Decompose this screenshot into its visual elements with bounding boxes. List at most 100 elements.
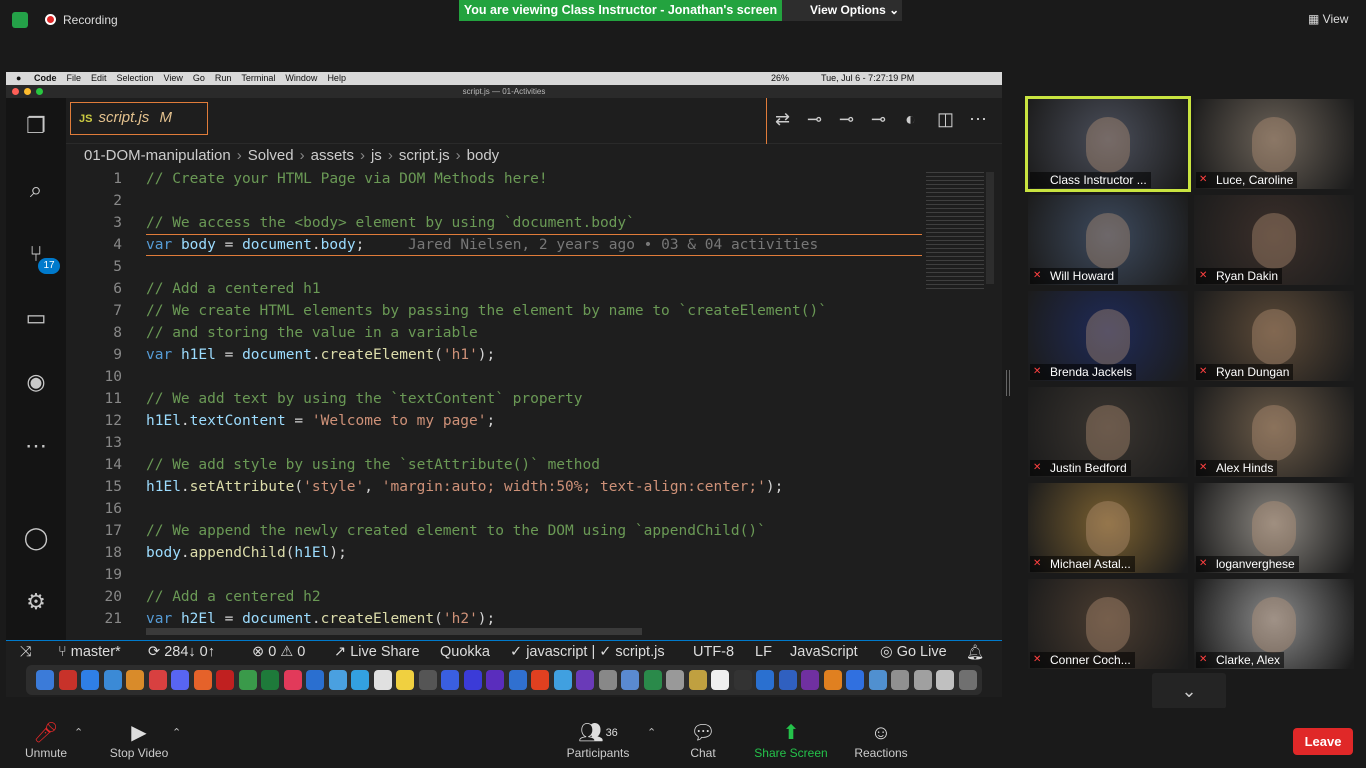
dock-app-icon[interactable] xyxy=(351,670,369,690)
gallery-next-button[interactable]: ⌄ xyxy=(1152,673,1226,709)
unmute-button[interactable]: 🎤︎ Unmute xyxy=(24,720,68,760)
code-line[interactable]: 7 // We create HTML elements by passing t… xyxy=(66,300,926,322)
dock-app-icon[interactable] xyxy=(801,670,819,690)
encoding-status[interactable]: UTF-8 xyxy=(693,644,734,660)
problems-status[interactable]: ⊗ 0 ⚠ 0 xyxy=(252,644,305,660)
mac-menu-item[interactable]: Edit xyxy=(91,72,107,85)
compare-changes-icon[interactable]: ⇄ xyxy=(775,109,790,130)
shield-icon[interactable] xyxy=(12,12,28,28)
remote-icon[interactable]: ⤨ xyxy=(20,644,32,660)
dock-app-icon[interactable] xyxy=(306,670,324,690)
dock-app-icon[interactable] xyxy=(261,670,279,690)
code-line[interactable]: 21 var h2El = document.createElement('h2'… xyxy=(66,608,926,630)
dock-app-icon[interactable] xyxy=(756,670,774,690)
code-line[interactable]: 17 // We append the newly created element… xyxy=(66,520,926,542)
dock-app-icon[interactable] xyxy=(193,670,212,690)
dock-app-icon[interactable] xyxy=(936,670,954,690)
chat-button[interactable]: 💬︎ Chat xyxy=(686,720,720,760)
breadcrumb-item[interactable]: 01-DOM-manipulation xyxy=(84,147,231,164)
dock-app-icon[interactable] xyxy=(598,670,617,690)
resize-handle[interactable] xyxy=(1006,370,1010,396)
sync-status[interactable]: ⟳ 284↓ 0↑ xyxy=(148,644,215,660)
view-button[interactable]: ▦ View xyxy=(1308,12,1348,26)
next-change-icon[interactable]: ⊸ xyxy=(871,109,886,130)
code-line[interactable]: 20 // Add a centered h2 xyxy=(66,586,926,608)
search-icon[interactable]: ⌕ xyxy=(22,176,50,204)
dock-app-icon[interactable] xyxy=(486,670,504,690)
leave-button[interactable]: Leave xyxy=(1293,728,1353,755)
dock-app-icon[interactable] xyxy=(103,670,122,690)
mac-menu-item[interactable]: Terminal xyxy=(241,72,275,85)
code-line[interactable]: 9 var h1El = document.createElement('h1')… xyxy=(66,344,926,366)
account-icon[interactable]: ◯ xyxy=(22,524,50,552)
remote-explorer-icon[interactable]: ▭ xyxy=(22,304,50,332)
participant-video-tile[interactable]: Ryan Dungan ✕ xyxy=(1194,291,1354,381)
dock-app-icon[interactable] xyxy=(688,670,707,690)
dock-app-icon[interactable] xyxy=(868,670,887,690)
vertical-scrollbar[interactable] xyxy=(986,172,994,284)
stop-video-button[interactable]: ▶︎ Stop Video xyxy=(107,720,171,760)
dock-app-icon[interactable] xyxy=(148,670,167,690)
code-line[interactable]: 1 // Create your HTML Page via DOM Method… xyxy=(66,168,926,190)
dock-app-icon[interactable] xyxy=(328,670,347,690)
minimap[interactable] xyxy=(926,172,984,292)
dock-app-icon[interactable] xyxy=(463,670,482,690)
dock-app-icon[interactable] xyxy=(238,670,257,690)
maximize-window-button[interactable] xyxy=(36,88,43,95)
dock-app-icon[interactable] xyxy=(396,670,414,690)
dock-app-icon[interactable] xyxy=(846,670,864,690)
dock-app-icon[interactable] xyxy=(81,670,99,690)
participant-video-tile[interactable]: Luce, Caroline ✕ xyxy=(1194,99,1354,189)
dock-app-icon[interactable] xyxy=(553,670,572,690)
breadcrumb-item[interactable]: assets xyxy=(311,147,354,164)
dock-app-icon[interactable] xyxy=(733,670,752,690)
dock-app-icon[interactable] xyxy=(58,670,77,690)
code-line[interactable]: 14 // We add style by using the `setAttri… xyxy=(66,454,926,476)
code-line[interactable]: 2 xyxy=(66,190,926,212)
code-line[interactable]: 6 // Add a centered h1 xyxy=(66,278,926,300)
dock-app-icon[interactable] xyxy=(418,670,437,690)
git-lens-icon[interactable]: ◐ xyxy=(905,109,916,130)
participant-video-tile[interactable]: Conner Coch... ✕ xyxy=(1028,579,1188,669)
code-line[interactable]: 11 // We add text by using the `textConte… xyxy=(66,388,926,410)
participant-video-tile[interactable]: Ryan Dakin ✕ xyxy=(1194,195,1354,285)
branch-status[interactable]: ⑂ master* xyxy=(58,644,121,660)
breadcrumb-item[interactable]: Solved xyxy=(248,147,294,164)
tab-script-js[interactable]: JS script.js M xyxy=(70,102,208,135)
participant-video-tile[interactable]: Brenda Jackels ✕ xyxy=(1028,291,1188,381)
participants-button[interactable]: 👥︎ 36 Participants xyxy=(564,720,632,760)
dock-app-icon[interactable] xyxy=(891,670,909,690)
mac-menu-item[interactable]: Window xyxy=(285,72,317,85)
code-line[interactable]: 5 xyxy=(66,256,926,278)
breadcrumb-item[interactable]: js xyxy=(371,147,382,164)
files-icon[interactable]: ❐ xyxy=(22,112,50,140)
gear-icon[interactable]: ⚙ xyxy=(22,588,50,616)
dock-app-icon[interactable] xyxy=(283,670,302,690)
git-graph-icon[interactable]: ◉ xyxy=(22,368,50,396)
dock-app-icon[interactable] xyxy=(441,670,459,690)
dock-app-icon[interactable] xyxy=(643,670,662,690)
code-line[interactable]: 16 xyxy=(66,498,926,520)
code-line[interactable]: 15 h1El.setAttribute('style', 'margin:aut… xyxy=(66,476,926,498)
dock-app-icon[interactable] xyxy=(216,670,234,690)
dock-app-icon[interactable] xyxy=(531,670,549,690)
participant-video-tile[interactable]: Clarke, Alex ✕ xyxy=(1194,579,1354,669)
mac-menu-item[interactable]: Code xyxy=(34,72,57,85)
code-line[interactable]: 3 // We access the <body> element by usin… xyxy=(66,212,926,234)
previous-change-icon[interactable]: ⊸ xyxy=(839,109,854,130)
video-options-caret[interactable]: ⌃ xyxy=(172,726,181,739)
view-options-button[interactable]: View Options ⌄ xyxy=(782,0,902,21)
dock-app-icon[interactable] xyxy=(823,670,842,690)
lang-check-status[interactable]: ✓ javascript | ✓ script.js xyxy=(510,644,665,660)
code-editor[interactable]: 1 // Create your HTML Page via DOM Method… xyxy=(66,168,926,632)
participant-video-tile[interactable]: Alex Hinds ✕ xyxy=(1194,387,1354,477)
dock-app-icon[interactable] xyxy=(171,670,189,690)
code-line[interactable]: 19 xyxy=(66,564,926,586)
dock-app-icon[interactable] xyxy=(36,670,54,690)
dock-app-icon[interactable] xyxy=(958,670,977,690)
dock-app-icon[interactable] xyxy=(576,670,594,690)
horizontal-scrollbar[interactable] xyxy=(146,628,642,635)
quokka-status[interactable]: Quokka xyxy=(440,644,490,660)
code-line[interactable]: 13 xyxy=(66,432,926,454)
participant-video-tile[interactable]: Justin Bedford ✕ xyxy=(1028,387,1188,477)
